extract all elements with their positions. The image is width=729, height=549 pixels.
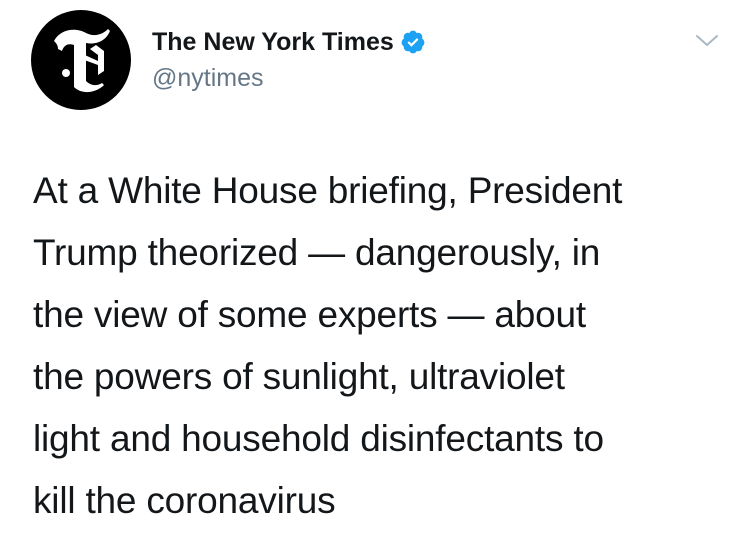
display-name[interactable]: The New York Times [152, 28, 394, 57]
chevron-down-icon[interactable] [694, 30, 720, 50]
tweet-text-line: the powers of sunlight, ultraviolet [33, 356, 565, 397]
author-row[interactable]: The New York Times [152, 26, 426, 58]
tweet-card[interactable]: The New York Times @nytimes At a White H… [0, 0, 729, 549]
handle[interactable]: @nytimes [152, 64, 264, 93]
tweet-text-line: the view of some experts — about [33, 294, 586, 335]
tweet-text-line: Trump theorized — dangerously, in [33, 232, 601, 273]
tweet-text-line: At a White House briefing, President [33, 170, 623, 211]
tweet-text-line: kill the coronavirus [33, 480, 336, 521]
tweet-text-line: light and household disinfectants to [33, 418, 604, 459]
nyt-logo-icon [54, 29, 110, 93]
avatar[interactable] [31, 10, 131, 110]
verified-badge-icon [401, 30, 425, 54]
tweet-body: At a White House briefing, President Tru… [33, 160, 713, 532]
